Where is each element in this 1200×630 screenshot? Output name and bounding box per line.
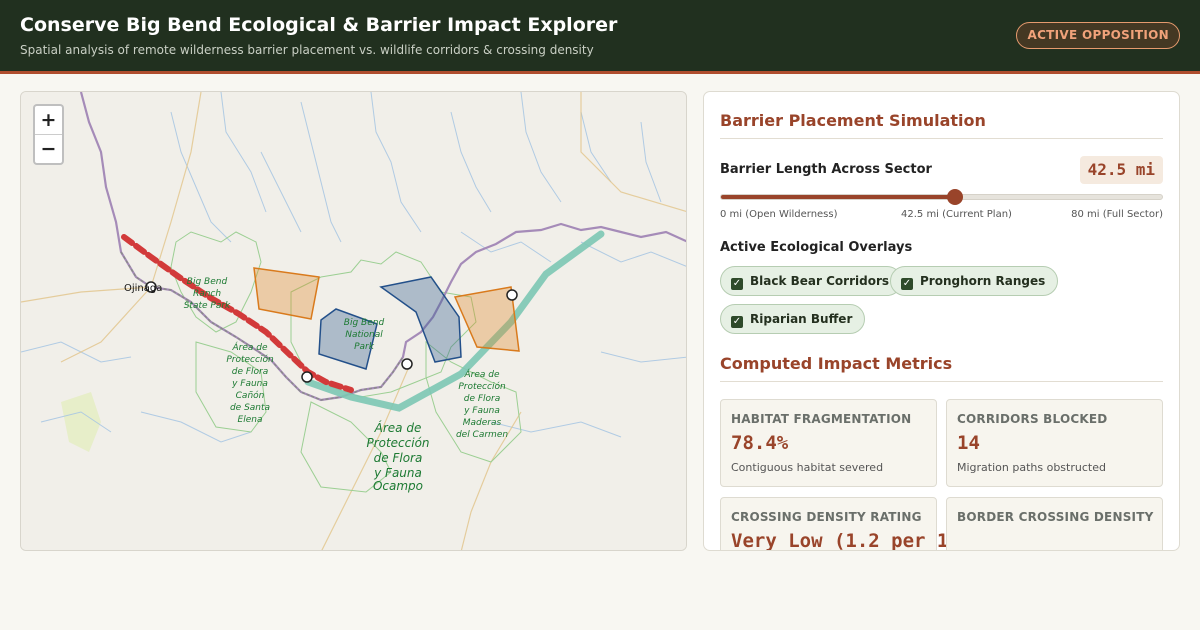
map-canvas[interactable]: Ojinaga Big Bend Ranch State Park Big Be… [21,92,687,551]
map-label-bbnp: National [345,330,383,340]
overlay-chip-riparian[interactable]: ✓ Riparian Buffer [720,304,866,334]
overlay-chip-black-bear[interactable]: ✓ Black Bear Corridors [720,266,903,296]
overlay-label: Pronghorn Ranges [920,274,1046,288]
checkbox-checked-icon[interactable]: ✓ [731,278,743,290]
metric-card-crossing-rating: CROSSING DENSITY RATING Very Low (1.2 pe… [720,497,960,550]
app-header: Conserve Big Bend Ecological & Barrier I… [0,0,1200,74]
checkbox-checked-icon[interactable]: ✓ [731,316,743,328]
slider-thumb[interactable] [947,189,964,205]
slider-tick-min: 0 mi (Open Wilderness) [720,209,838,220]
page-subtitle: Spatial analysis of remote wilderness ba… [20,43,594,57]
divider [720,381,1163,382]
slider-tick-max: 80 mi (Full Sector) [1071,209,1163,220]
map-label-maderas: Área de [463,368,499,380]
crossing-marker[interactable] [401,358,413,370]
slider-fill [721,195,956,199]
metric-label: CROSSING DENSITY RATING [731,510,922,524]
simulation-title: Barrier Placement Simulation [720,111,986,130]
length-value: 42.5 mi [1079,156,1163,184]
map-label-maderas: de Flora [464,394,501,404]
map-label-maderas: y Fauna [463,406,500,416]
metric-label: CORRIDORS BLOCKED [957,412,1108,426]
map-label-ocampo: Ocampo [373,479,423,493]
metric-sub: Migration paths obstructed [957,461,1106,474]
metric-value: Very Low (1.2 per 10 [731,530,960,551]
metric-sub: Contiguous habitat severed [731,461,884,474]
metric-card-border-density: BORDER CROSSING DENSITY [946,497,1163,550]
map-label-santa-elena: Área de [231,341,267,353]
overlay-label: Riparian Buffer [750,312,853,326]
map-label-bbr: Big Bend [187,277,228,287]
crossing-marker[interactable] [506,289,518,301]
map-label-ocampo: Área de [374,420,422,435]
metric-label: BORDER CROSSING DENSITY [957,510,1154,524]
zoom-control: + − [33,104,64,165]
metric-value: 14 [957,432,980,454]
metric-value: 78.4% [731,432,789,454]
map-label-maderas: Protección [458,381,506,392]
overlay-chip-pronghorn[interactable]: ✓ Pronghorn Ranges [890,266,1059,296]
map-label-ocampo: y Fauna [373,466,422,480]
map-label-santa-elena: Elena [238,415,263,425]
map-label-santa-elena: de Flora [232,367,269,377]
length-label: Barrier Length Across Sector [720,162,932,177]
map-view[interactable]: Ojinaga Big Bend Ranch State Park Big Be… [20,91,687,551]
metrics-title: Computed Impact Metrics [720,354,953,373]
overlays-title: Active Ecological Overlays [720,240,913,255]
map-label-bbnp: Park [354,342,375,352]
map-label-bbr: Ranch [193,289,221,299]
zoom-out-button[interactable]: − [35,135,62,164]
status-badge: ACTIVE OPPOSITION [1016,22,1180,49]
map-label-santa-elena: de Santa [230,403,270,413]
checkbox-checked-icon[interactable]: ✓ [901,278,913,290]
map-label-maderas: Maderas [463,418,502,428]
map-label-maderas: del Carmen [456,430,508,440]
control-panel: Barrier Placement Simulation Barrier Len… [703,91,1180,551]
map-label-ojinaga: Ojinaga [124,283,162,294]
divider [720,138,1163,139]
map-label-ocampo: de Flora [374,451,423,465]
map-label-santa-elena: Protección [226,354,274,365]
slider-tick-mid: 42.5 mi (Current Plan) [901,209,1012,220]
metric-card-corridors: CORRIDORS BLOCKED 14 Migration paths obs… [946,399,1163,487]
metric-label: HABITAT FRAGMENTATION [731,412,912,426]
map-label-ocampo: Protección [366,436,429,450]
crossing-marker[interactable] [301,371,313,383]
metric-card-fragmentation: HABITAT FRAGMENTATION 78.4% Contiguous h… [720,399,937,487]
map-label-santa-elena: y Fauna [231,379,268,389]
barrier-length-slider[interactable] [720,189,1163,205]
map-label-santa-elena: Cañón [236,390,265,401]
overlay-label: Black Bear Corridors [750,274,890,288]
map-label-bbr: State Park [184,301,231,311]
zoom-in-button[interactable]: + [35,106,62,135]
map-label-bbnp: Big Bend [344,318,385,328]
page-title: Conserve Big Bend Ecological & Barrier I… [20,14,618,36]
